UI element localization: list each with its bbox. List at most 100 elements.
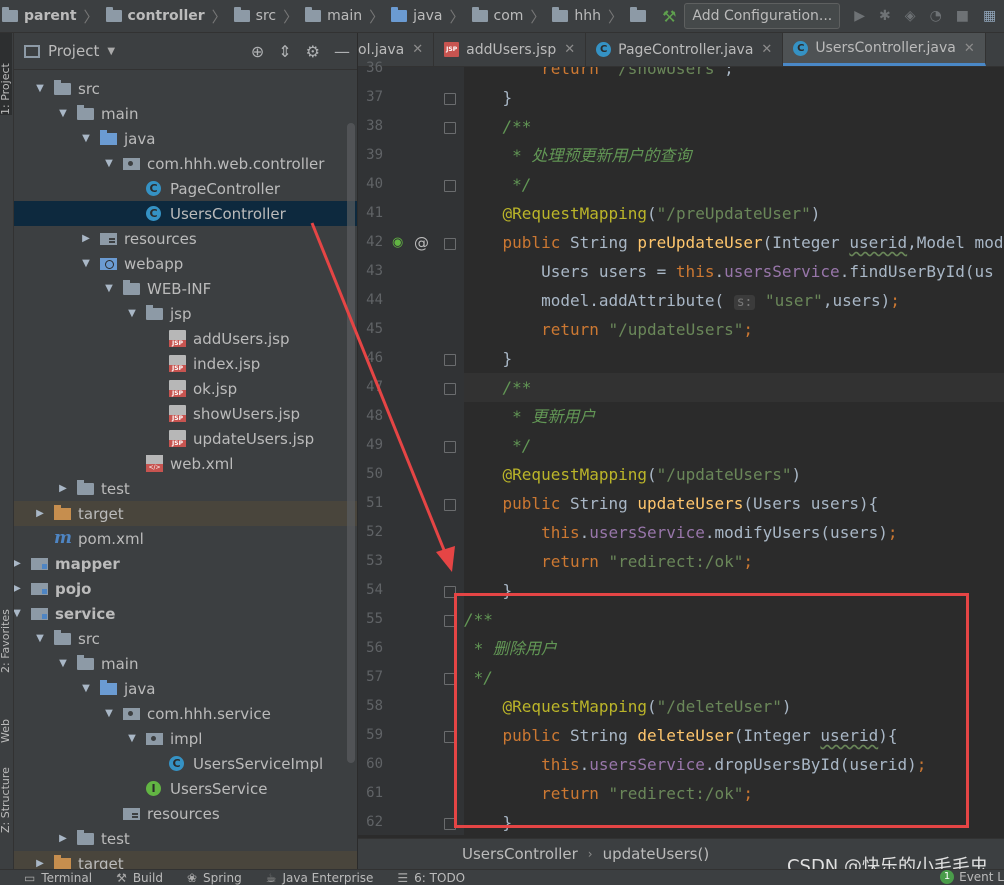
request-mapping-icon[interactable]: @ xyxy=(414,234,429,252)
close-icon[interactable]: ✕ xyxy=(564,42,575,57)
tree-item[interactable]: updateUsers.jsp xyxy=(14,426,357,451)
fold-marker-icon[interactable] xyxy=(444,383,456,395)
tool-window-button[interactable]: ☕ Java Enterprise xyxy=(266,871,374,885)
chevron-right-icon[interactable]: ▶ xyxy=(57,483,69,494)
tree-item[interactable]: ▼ java xyxy=(14,676,357,701)
chevron-down-icon[interactable]: ▼ xyxy=(126,308,138,319)
tree-item[interactable]: ▼ WEB-INF xyxy=(14,276,357,301)
chevron-down-icon[interactable]: ▼ xyxy=(34,83,46,94)
tree-item[interactable]: resources xyxy=(14,801,357,826)
chevron-down-icon[interactable]: ▼ xyxy=(80,133,92,144)
tree-item[interactable]: ▼ com.hhh.web.controller xyxy=(14,151,357,176)
chevron-down-icon[interactable]: ▼ xyxy=(14,608,23,619)
fold-marker-icon[interactable] xyxy=(444,180,456,192)
close-icon[interactable]: ✕ xyxy=(964,41,975,56)
editor-tab[interactable]: C PageController.java ✕ xyxy=(586,33,784,66)
debug-icon[interactable]: ✱ xyxy=(879,8,891,24)
tree-item[interactable]: m pom.xml xyxy=(14,526,357,551)
fold-marker-icon[interactable] xyxy=(444,441,456,453)
chevron-down-icon[interactable]: ▼ xyxy=(103,283,115,294)
chevron-right-icon[interactable]: ▶ xyxy=(14,558,23,569)
tree-item[interactable]: ▼ jsp xyxy=(14,301,357,326)
structure-tool-tab[interactable]: Z: Structure xyxy=(0,753,12,833)
chevron-down-icon[interactable]: ▼ xyxy=(80,683,92,694)
tree-item[interactable]: ▶ resources xyxy=(14,226,357,251)
build-hammer-icon[interactable]: ⚒ xyxy=(662,7,676,26)
fold-marker-icon[interactable] xyxy=(444,238,456,250)
stop-icon[interactable]: ■ xyxy=(956,8,969,24)
tree-item[interactable]: ▶ test xyxy=(14,476,357,501)
tree-item[interactable]: web.xml xyxy=(14,451,357,476)
chevron-down-icon[interactable]: ▼ xyxy=(103,158,115,169)
favorites-tool-tab[interactable]: 2: Favorites xyxy=(0,593,12,673)
breadcrumb-parent[interactable]: parent xyxy=(2,7,77,24)
tool-window-button[interactable]: ☰ 6: TODO xyxy=(397,871,465,885)
breadcrumb-main[interactable]: main xyxy=(305,7,362,24)
project-tool-tab[interactable]: 1: Project xyxy=(0,33,12,115)
fold-marker-icon[interactable] xyxy=(444,93,456,105)
editor-tab[interactable]: JSP addUsers.jsp ✕ xyxy=(434,33,587,66)
breadcrumb-package-more[interactable] xyxy=(630,7,652,22)
tree-item[interactable]: C UsersController xyxy=(14,201,357,226)
gear-icon[interactable]: ⚙ xyxy=(306,42,320,61)
chevron-right-icon[interactable]: ▶ xyxy=(34,508,46,519)
tool-window-button[interactable]: ⚒ Build xyxy=(116,871,163,885)
chevron-down-icon[interactable]: ▼ xyxy=(80,258,92,269)
fold-marker-icon[interactable] xyxy=(444,731,456,743)
code-editor[interactable]: return "/showUsers"; } /** * 处理预更新用户的查询 … xyxy=(464,67,1004,835)
run-icon[interactable]: ▶ xyxy=(854,8,865,24)
chevron-right-icon[interactable]: ▶ xyxy=(80,233,92,244)
event-log[interactable]: 1 Event L xyxy=(940,870,1004,884)
tree-item[interactable]: C PageController xyxy=(14,176,357,201)
chevron-down-icon[interactable]: ▼ xyxy=(57,108,69,119)
editor-breadcrumb-class[interactable]: UsersController xyxy=(462,845,578,863)
breadcrumb-controller[interactable]: controller xyxy=(105,7,205,24)
close-icon[interactable]: ✕ xyxy=(412,42,423,57)
breadcrumb-src[interactable]: src xyxy=(233,7,276,24)
fold-marker-icon[interactable] xyxy=(444,122,456,134)
hide-panel-icon[interactable]: — xyxy=(334,42,350,61)
chevron-down-icon[interactable]: ▼ xyxy=(57,658,69,669)
tree-item[interactable]: addUsers.jsp xyxy=(14,326,357,351)
chevron-right-icon[interactable]: ▶ xyxy=(57,833,69,844)
editor-tab[interactable]: C UsersController.java ✕ xyxy=(783,33,986,66)
chevron-down-icon[interactable]: ▼ xyxy=(34,633,46,644)
project-panel-title[interactable]: Project xyxy=(48,42,99,60)
spring-bean-icon[interactable]: ◉ xyxy=(392,235,403,250)
project-scrollbar[interactable] xyxy=(347,123,355,763)
breadcrumb-java[interactable]: java xyxy=(391,7,442,24)
coverage-icon[interactable]: ◈ xyxy=(905,8,916,24)
tree-item[interactable]: index.jsp xyxy=(14,351,357,376)
tree-item[interactable]: ▼ com.hhh.service xyxy=(14,701,357,726)
profile-icon[interactable]: ◔ xyxy=(930,8,942,24)
close-icon[interactable]: ✕ xyxy=(761,42,772,57)
tree-item[interactable]: ▼ main xyxy=(14,101,357,126)
tree-item[interactable]: ▼ service xyxy=(14,601,357,626)
chevron-down-icon[interactable]: ▼ xyxy=(103,708,115,719)
tool-window-button[interactable]: ▭ Terminal xyxy=(24,871,92,885)
editor-breadcrumb-method[interactable]: updateUsers() xyxy=(603,845,710,863)
tree-item[interactable]: ok.jsp xyxy=(14,376,357,401)
breadcrumb-hhh[interactable]: hhh xyxy=(552,7,601,24)
fold-marker-icon[interactable] xyxy=(444,615,456,627)
add-configuration-button[interactable]: Add Configuration... xyxy=(684,3,841,29)
chevron-down-icon[interactable]: ▼ xyxy=(107,46,115,57)
locate-target-icon[interactable]: ⊕ xyxy=(251,42,264,61)
tree-item[interactable]: ▼ src xyxy=(14,626,357,651)
chevron-down-icon[interactable]: ▼ xyxy=(126,733,138,744)
tree-item[interactable]: ▼ webapp xyxy=(14,251,357,276)
fold-marker-icon[interactable] xyxy=(444,818,456,830)
breadcrumb-com[interactable]: com xyxy=(471,7,523,24)
tree-item[interactable]: ▼ impl xyxy=(14,726,357,751)
tool-window-button[interactable]: ❀ Spring xyxy=(187,871,242,885)
project-structure-icon[interactable]: ▦ xyxy=(983,8,996,24)
tree-item[interactable]: C UsersServiceImpl xyxy=(14,751,357,776)
tree-item[interactable]: ▼ java xyxy=(14,126,357,151)
tree-item[interactable]: ▶ target xyxy=(14,851,357,869)
tree-item[interactable]: I UsersService xyxy=(14,776,357,801)
fold-marker-icon[interactable] xyxy=(444,354,456,366)
tree-item[interactable]: ▼ main xyxy=(14,651,357,676)
fold-marker-icon[interactable] xyxy=(444,586,456,598)
tree-item[interactable]: ▶ test xyxy=(14,826,357,851)
tree-item[interactable]: ▼ src xyxy=(14,76,357,101)
